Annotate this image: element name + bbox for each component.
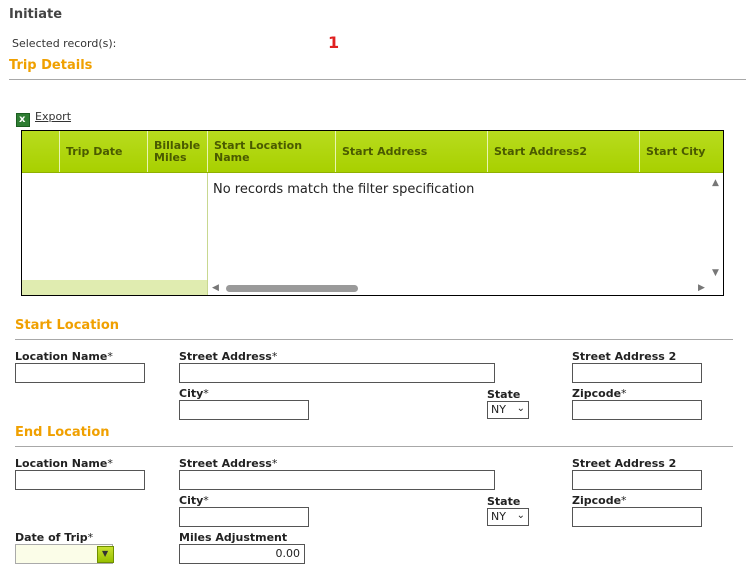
selected-value: NY (491, 510, 506, 523)
grid-header-start-location-name[interactable]: Start Location Name (208, 131, 336, 172)
column-label: Start Address (342, 145, 428, 158)
start-location-title: Start Location (15, 318, 120, 333)
page-heading: Initiate (9, 7, 63, 22)
end-city-label: City* (179, 494, 209, 507)
end-street-address2-label: Street Address 2 (572, 457, 677, 470)
start-street-address2-label: Street Address 2 (572, 350, 677, 363)
grid-header-trip-date[interactable]: Trip Date (60, 131, 148, 172)
end-zipcode-input[interactable] (572, 507, 702, 527)
scroll-down-icon[interactable]: ▼ (712, 268, 719, 278)
start-state-select[interactable]: NY ⌄ (487, 401, 529, 419)
selected-records-label: Selected record(s): (12, 37, 117, 50)
trip-details-title: Trip Details (9, 58, 93, 73)
end-street-address-label: Street Address* (179, 457, 278, 470)
column-label: Start Address2 (494, 145, 588, 158)
end-state-select[interactable]: NY ⌄ (487, 508, 529, 526)
grid-header-billable-miles[interactable]: Billable Miles (148, 131, 208, 172)
date-of-trip-label: Date of Trip* (15, 531, 94, 544)
excel-icon[interactable]: x (16, 113, 30, 127)
grid-header-start-address[interactable]: Start Address (336, 131, 488, 172)
start-state-label: State (487, 388, 521, 401)
grid-horizontal-scrollbar[interactable]: ◀ ▶ (208, 281, 711, 295)
scroll-right-icon[interactable]: ▶ (698, 283, 705, 293)
end-street-address-input[interactable] (179, 470, 495, 490)
miles-adjustment-input[interactable]: 0.00 (179, 544, 305, 564)
end-state-label: State (487, 495, 521, 508)
grid-vertical-scrollbar[interactable]: ▲ ▼ (711, 173, 723, 280)
trip-details-grid: Trip Date Billable Miles Start Location … (21, 130, 724, 296)
start-zipcode-input[interactable] (572, 400, 702, 420)
chevron-down-icon: ⌄ (516, 403, 525, 414)
end-location-name-label: Location Name* (15, 457, 113, 470)
grid-header-select[interactable] (22, 131, 60, 172)
start-street-address2-input[interactable] (572, 363, 702, 383)
grid-header-start-address2[interactable]: Start Address2 (488, 131, 640, 172)
end-street-address2-input[interactable] (572, 470, 702, 490)
scroll-up-icon[interactable]: ▲ (712, 178, 719, 188)
export-link[interactable]: Export (35, 110, 71, 123)
column-label: Trip Date (66, 145, 123, 158)
start-zipcode-label: Zipcode* (572, 387, 627, 400)
scroll-left-icon[interactable]: ◀ (212, 283, 219, 293)
trip-details-divider (9, 79, 746, 80)
end-zipcode-label: Zipcode* (572, 494, 627, 507)
column-label: Start City (646, 145, 706, 158)
column-label: Billable Miles (154, 139, 201, 164)
start-location-divider (15, 339, 733, 340)
start-location-name-label: Location Name* (15, 350, 113, 363)
grid-empty-message: No records match the filter specificatio… (213, 182, 475, 197)
grid-header-start-city[interactable]: Start City (640, 131, 723, 172)
miles-adjustment-label: Miles Adjustment (179, 531, 288, 544)
grid-frozen-footer (22, 280, 208, 295)
selected-value: NY (491, 403, 506, 416)
start-city-input[interactable] (179, 400, 309, 420)
start-location-name-input[interactable] (15, 363, 145, 383)
start-street-address-label: Street Address* (179, 350, 278, 363)
calendar-dropdown-icon[interactable]: ▼ (97, 546, 114, 563)
chevron-down-icon: ⌄ (516, 510, 525, 521)
end-location-title: End Location (15, 425, 110, 440)
end-city-input[interactable] (179, 507, 309, 527)
selected-records-count: 1 (328, 33, 340, 52)
horizontal-scroll-thumb[interactable] (226, 285, 358, 292)
grid-frozen-columns (22, 173, 208, 280)
start-street-address-input[interactable] (179, 363, 495, 383)
column-label: Start Location Name (214, 139, 303, 164)
grid-header: Trip Date Billable Miles Start Location … (22, 131, 723, 173)
end-location-name-input[interactable] (15, 470, 145, 490)
start-city-label: City* (179, 387, 209, 400)
end-location-divider (15, 446, 733, 447)
